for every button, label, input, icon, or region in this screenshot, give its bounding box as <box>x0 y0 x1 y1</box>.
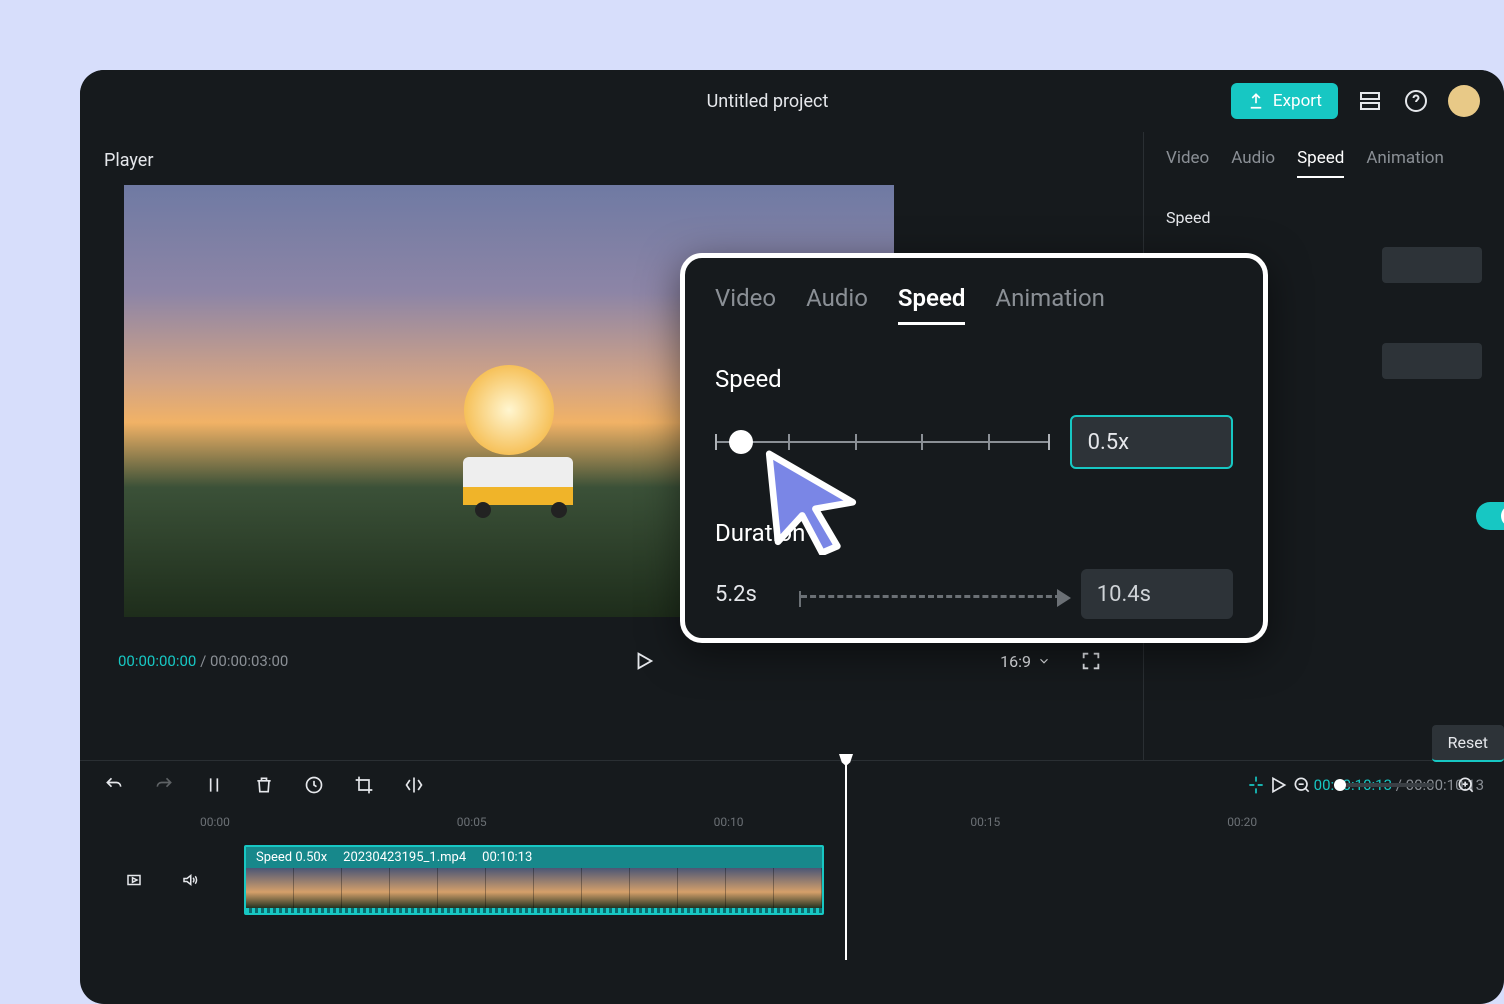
zoom-in-icon[interactable] <box>1452 771 1480 799</box>
export-button[interactable]: Export <box>1231 83 1338 119</box>
undo-icon[interactable] <box>100 771 128 799</box>
delete-icon[interactable] <box>250 771 278 799</box>
clip-speed-badge: Speed 0.50x <box>256 850 327 865</box>
playhead[interactable] <box>845 760 847 960</box>
inspector-tabs: Video Audio Speed Animation <box>1166 148 1482 178</box>
zoom-slider[interactable] <box>1334 783 1434 787</box>
inspector-speed-label: Speed <box>1166 208 1482 227</box>
snap-icon[interactable] <box>1242 771 1270 799</box>
float-tab-video[interactable]: Video <box>715 284 776 325</box>
track-visibility-icon[interactable] <box>120 866 148 894</box>
timecode-current: 00:00:00:00 <box>118 652 196 670</box>
float-speed-label: Speed <box>715 365 1233 393</box>
clip-filename: 20230423195_1.mp4 <box>343 850 466 865</box>
timeline-tracks: Speed 0.50x 20230423195_1.mp4 00:10:13 <box>80 835 1504 935</box>
project-title[interactable]: Untitled project <box>304 91 1231 112</box>
clip-duration: 00:10:13 <box>482 850 532 865</box>
play-button[interactable] <box>630 647 658 675</box>
float-tab-speed[interactable]: Speed <box>898 284 966 325</box>
mirror-icon[interactable] <box>400 771 428 799</box>
duration-to-input[interactable]: 10.4s <box>1081 569 1233 619</box>
track-audio-icon[interactable] <box>176 866 204 894</box>
topbar: Untitled project Export <box>80 70 1504 132</box>
duration-value-field[interactable] <box>1382 343 1482 379</box>
tab-video[interactable]: Video <box>1166 148 1209 178</box>
help-icon[interactable] <box>1402 87 1430 115</box>
float-tab-audio[interactable]: Audio <box>806 284 868 325</box>
speed-value-field[interactable] <box>1382 247 1482 283</box>
reset-button[interactable]: Reset <box>1432 725 1504 762</box>
avatar[interactable] <box>1448 85 1480 117</box>
speed-value-input[interactable]: 0.5x <box>1070 415 1233 469</box>
export-label: Export <box>1273 91 1322 111</box>
player-title: Player <box>104 150 1119 171</box>
video-clip[interactable]: Speed 0.50x 20230423195_1.mp4 00:10:13 <box>244 845 824 915</box>
upload-icon <box>1247 92 1265 110</box>
pitch-toggle[interactable] <box>1476 502 1504 530</box>
player-timecode: 00:00:00:00 / 00:00:03:00 <box>118 652 288 670</box>
layout-icon[interactable] <box>1356 87 1384 115</box>
float-tab-animation[interactable]: Animation <box>995 284 1104 325</box>
split-icon[interactable] <box>200 771 228 799</box>
cursor-pointer-icon <box>756 445 866 555</box>
speed-icon[interactable] <box>300 771 328 799</box>
timecode-total: 00:00:03:00 <box>210 652 288 670</box>
zoom-out-icon[interactable] <box>1288 771 1316 799</box>
tab-animation[interactable]: Animation <box>1366 148 1444 178</box>
tab-speed[interactable]: Speed <box>1297 148 1344 178</box>
timeline-toolbar: 00:00:10:13 / 00:00:10:13 <box>80 761 1504 809</box>
timeline: 00:00:10:13 / 00:00:10:13 00:00 00:05 00… <box>80 760 1504 935</box>
duration-from: 5.2s <box>715 582 781 607</box>
timeline-ruler[interactable]: 00:00 00:05 00:10 00:15 00:20 <box>80 809 1504 835</box>
redo-icon[interactable] <box>150 771 178 799</box>
chevron-down-icon <box>1037 654 1051 668</box>
fullscreen-icon[interactable] <box>1077 647 1105 675</box>
crop-icon[interactable] <box>350 771 378 799</box>
float-tabs: Video Audio Speed Animation <box>715 284 1233 325</box>
duration-arrow-icon <box>801 595 1061 598</box>
tab-audio[interactable]: Audio <box>1231 148 1275 178</box>
aspect-ratio-select[interactable]: 16:9 <box>1000 652 1051 671</box>
